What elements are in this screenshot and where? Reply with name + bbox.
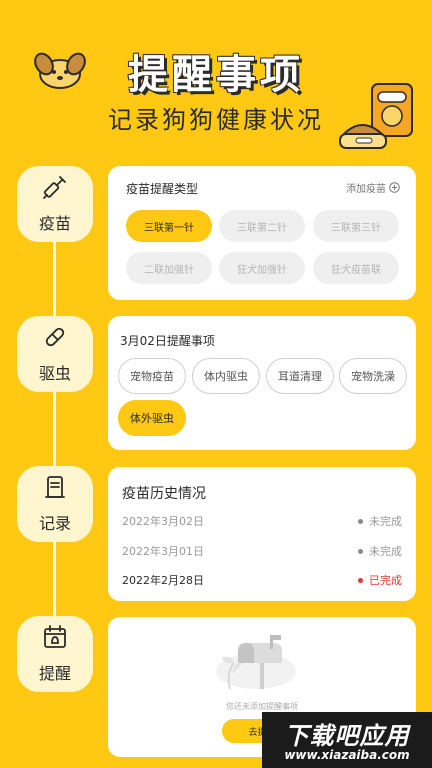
notebook-icon	[42, 474, 68, 504]
reminder-tag[interactable]: 宠物疫苗	[118, 358, 186, 394]
sidebar-item-deworm[interactable]: 驱虫	[17, 316, 93, 392]
add-vaccine-button[interactable]: 添加疫苗	[346, 180, 400, 195]
empty-message: 您还未添加提醒事项	[226, 702, 298, 711]
history-date: 2022年2月28日	[122, 574, 204, 587]
sidebar-item-label: 疫苗	[38, 214, 71, 233]
sidebar-item-label: 驱虫	[38, 364, 71, 383]
status-dot	[358, 518, 363, 524]
sidebar-item-label: 记录	[38, 514, 71, 533]
status-dot	[358, 548, 363, 554]
reminder-tag[interactable]: 宠物洗澡	[339, 358, 407, 394]
reminder-tag[interactable]: 耳道清理	[266, 358, 334, 394]
history-status-label: 未完成	[369, 515, 402, 528]
history-status: 已完成	[358, 572, 402, 588]
add-vaccine-label: 添加疫苗	[346, 184, 386, 195]
syringe-icon	[42, 174, 68, 204]
vaccine-reminder-card: 疫苗提醒类型 添加疫苗 三联第一针 三联第二针 三联第三针 二联加强针 狂犬加强…	[108, 166, 416, 300]
sidebar-item-vaccine[interactable]: 疫苗	[17, 166, 93, 242]
history-status-label: 已完成	[369, 574, 402, 587]
vaccine-option[interactable]: 三联第二针	[219, 210, 305, 242]
history-status: 未完成	[358, 543, 402, 559]
dog-illustration-icon	[34, 50, 86, 94]
reminder-tag[interactable]: 体外驱虫	[118, 400, 186, 436]
pill-icon	[42, 324, 68, 354]
history-row[interactable]: 2022年3月02日 未完成	[122, 511, 402, 531]
watermark-title: 下载吧应用	[284, 722, 410, 750]
vaccine-option[interactable]: 二联加强针	[126, 252, 212, 284]
card-title: 3月02日提醒事项	[120, 334, 215, 348]
vaccine-option[interactable]: 三联第三针	[313, 210, 399, 242]
add-circle-icon	[389, 182, 400, 193]
status-dot	[358, 577, 363, 583]
calendar-bell-icon	[42, 624, 68, 654]
history-status-label: 未完成	[369, 545, 402, 558]
daily-reminder-card: 3月02日提醒事项 宠物疫苗 体内驱虫 耳道清理 宠物洗澡 体外驱虫	[108, 316, 416, 450]
sidebar-item-remind[interactable]: 提醒	[17, 616, 93, 692]
card-title: 疫苗提醒类型	[126, 182, 199, 196]
history-row[interactable]: 2022年3月01日 未完成	[122, 541, 402, 561]
card-title: 疫苗历史情况	[122, 486, 206, 502]
watermark-logo: 下载吧应用 www.xiazaiba.com	[262, 712, 432, 768]
vaccine-option[interactable]: 狂犬疫苗联	[313, 252, 399, 284]
reminder-tag[interactable]: 体内驱虫	[192, 358, 260, 394]
history-status: 未完成	[358, 513, 402, 529]
history-row[interactable]: 2022年2月28日 已完成	[122, 570, 402, 590]
vaccine-history-card: 疫苗历史情况 2022年3月02日 未完成 2022年3月01日 未完成 202…	[108, 467, 416, 601]
mailbox-illustration-icon	[208, 627, 298, 699]
sidebar-item-record[interactable]: 记录	[17, 466, 93, 542]
sidebar-item-label: 提醒	[38, 664, 71, 683]
timeline-line	[53, 200, 56, 670]
watermark-url: www.xiazaiba.com	[284, 748, 410, 762]
history-date: 2022年3月01日	[122, 545, 204, 558]
history-date: 2022年3月02日	[122, 515, 204, 528]
vaccine-option[interactable]: 三联第一针	[126, 210, 212, 242]
dog-food-illustration-icon	[338, 78, 418, 158]
vaccine-option[interactable]: 狂犬加强针	[219, 252, 305, 284]
